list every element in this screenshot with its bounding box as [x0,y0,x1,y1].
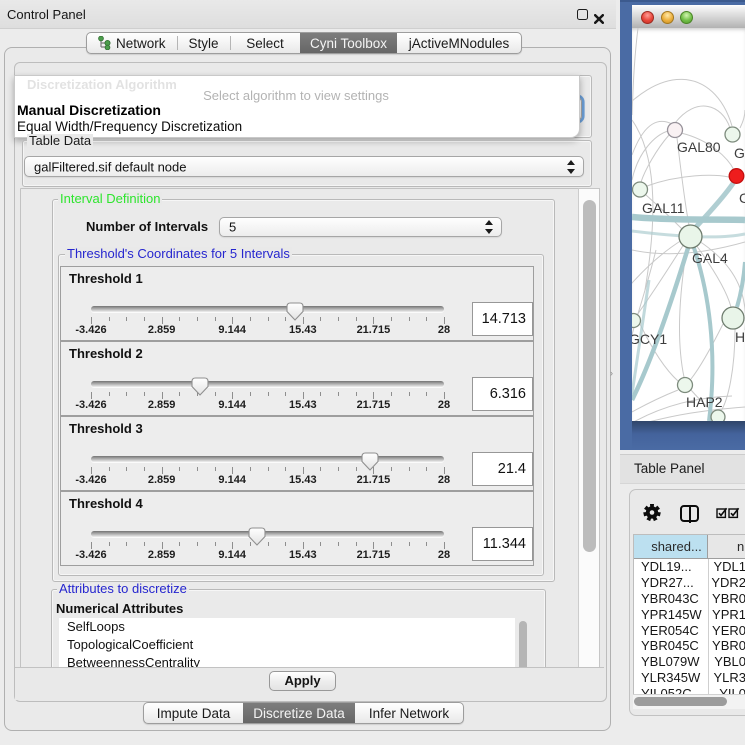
svg-text:HAP2: HAP2 [686,394,723,410]
svg-text:GCY1: GCY1 [632,331,667,347]
svg-text:G.: G. [734,145,745,161]
svg-text:GAL4: GAL4 [692,250,728,266]
svg-text:H: H [735,329,745,345]
svg-text:GAL80: GAL80 [677,139,721,155]
svg-text:C: C [739,190,745,206]
svg-text:GAL11: GAL11 [642,200,685,216]
